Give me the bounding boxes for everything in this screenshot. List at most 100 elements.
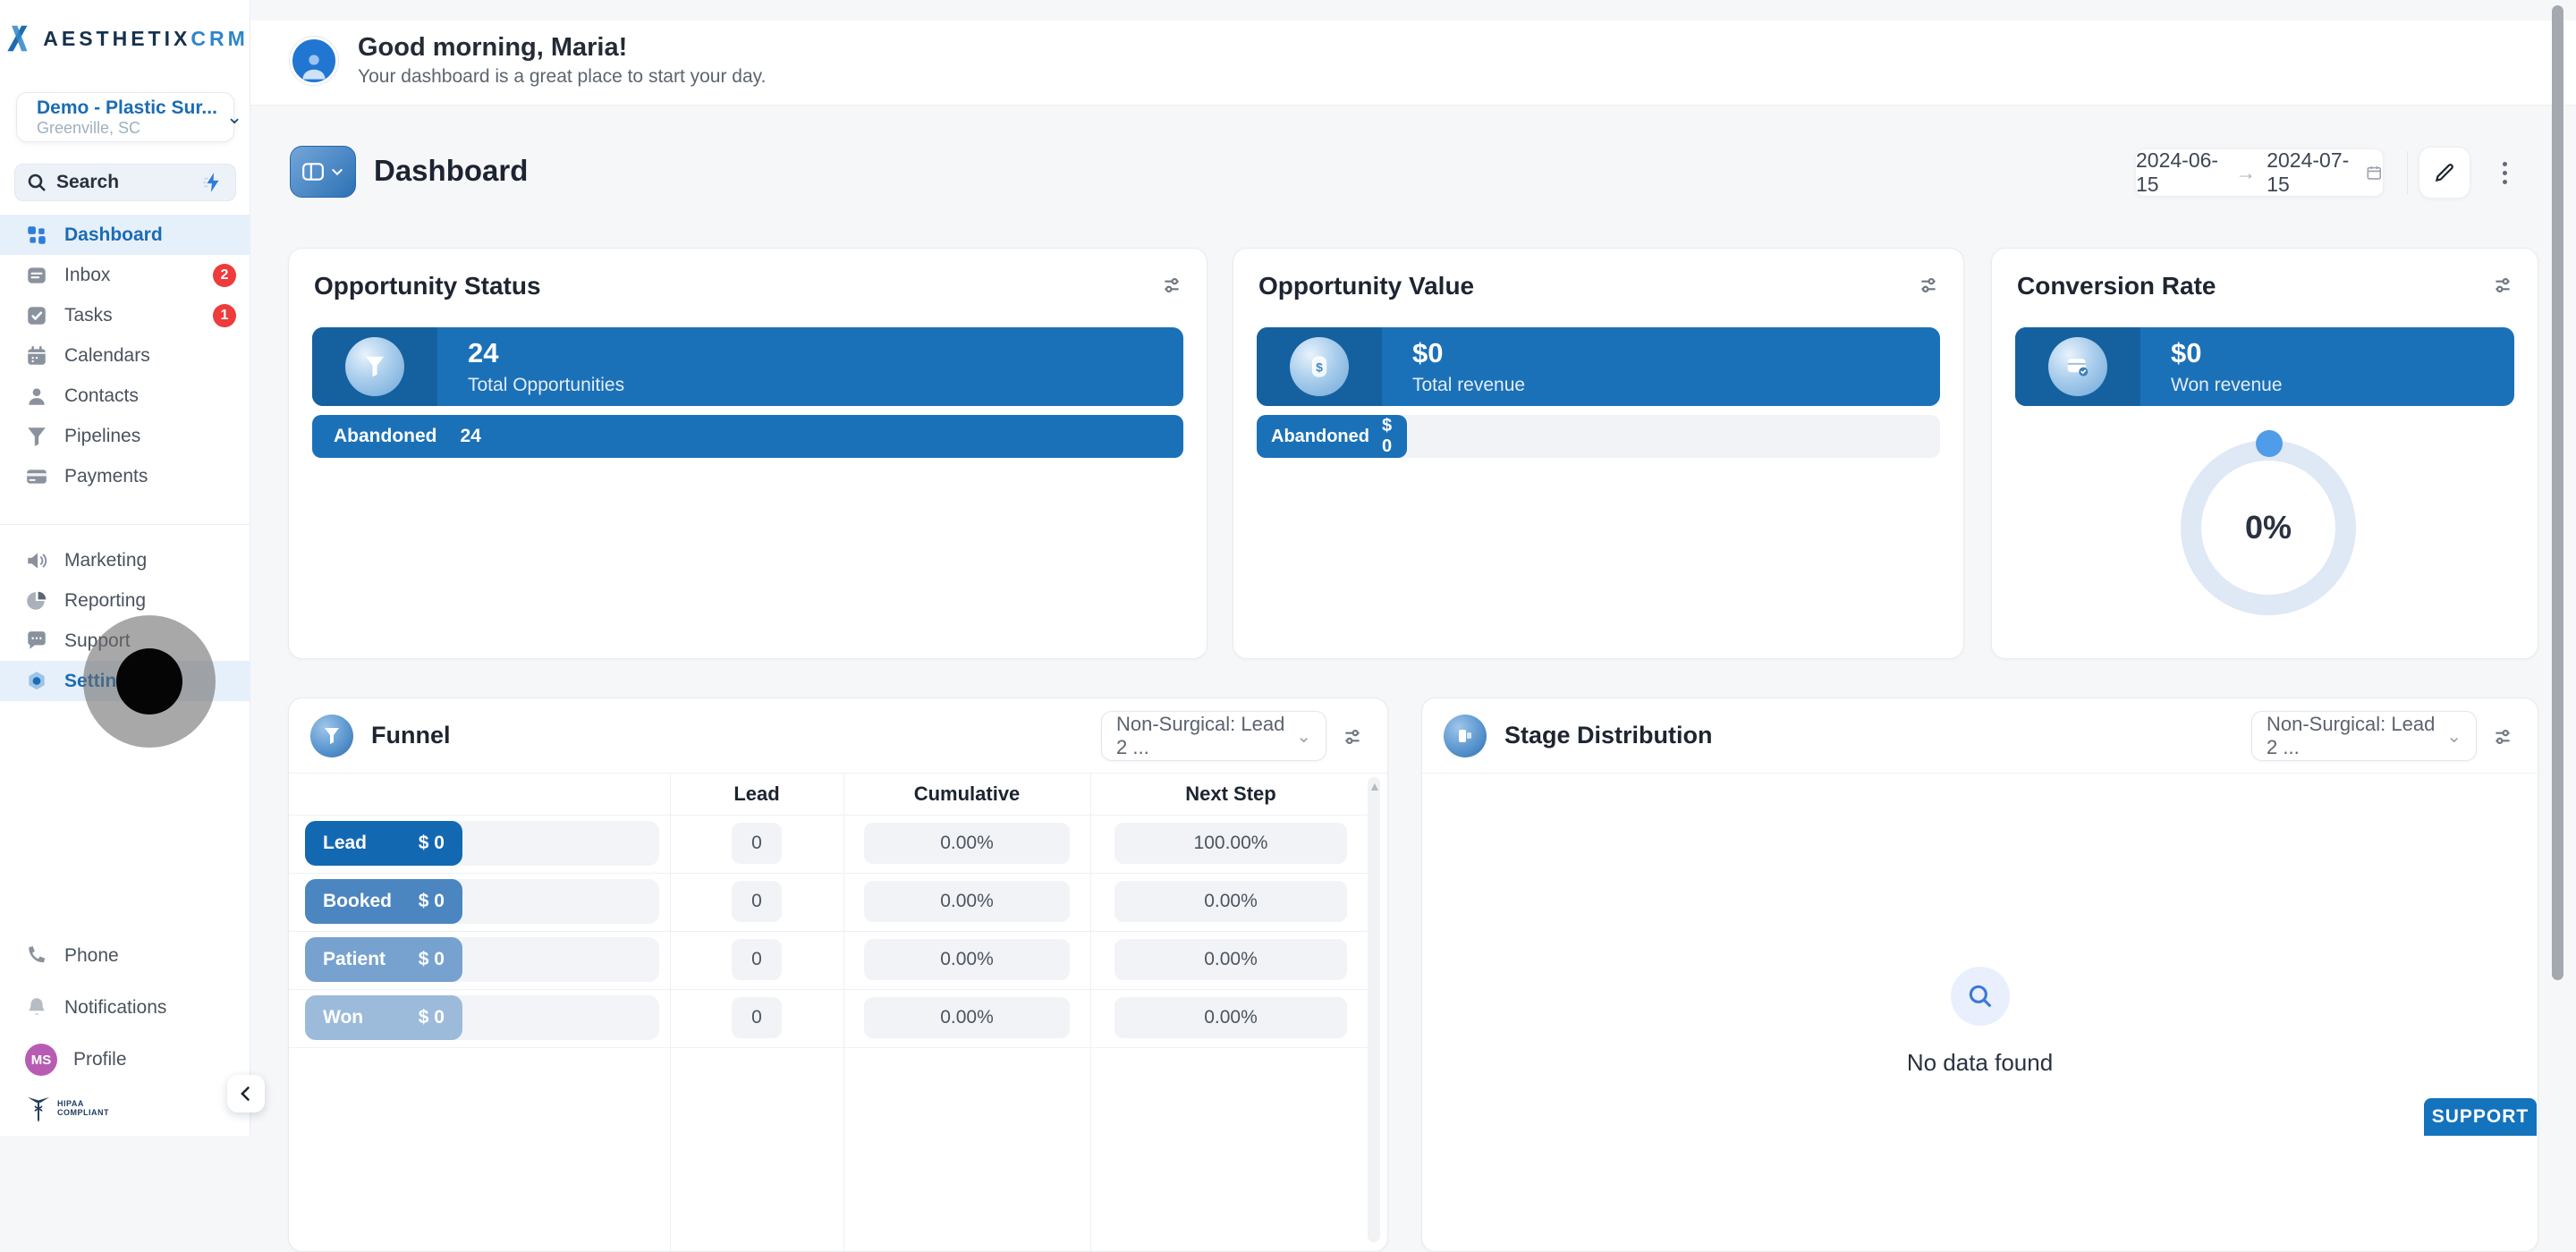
- card-title: Opportunity Status: [314, 272, 541, 300]
- sidebar: AESTHETIXCRM Demo - Plastic Sur... Green…: [0, 0, 250, 1136]
- greeting-bar: Good morning, Maria! Your dashboard is a…: [250, 21, 2576, 106]
- dollar-icon: $: [1307, 354, 1332, 379]
- gauge-marker-dot: [2256, 430, 2283, 457]
- support-button[interactable]: SUPPORT: [2424, 1098, 2537, 1136]
- table-column-divider: [843, 774, 844, 1251]
- wallet-badge-icon: [2048, 337, 2107, 396]
- opportunity-value-card: Opportunity Value $ $0 Total revenue Aba…: [1233, 248, 1964, 659]
- date-start: 2024-06-15: [2136, 148, 2224, 197]
- search-input[interactable]: Search: [14, 164, 236, 201]
- sidebar-item-tasks[interactable]: Tasks 1: [0, 295, 250, 335]
- tasks-badge: 1: [213, 304, 236, 327]
- sidebar-item-reporting[interactable]: Reporting: [0, 580, 250, 621]
- organization-location: Greenville, SC: [37, 119, 217, 138]
- search-placeholder: Search: [56, 172, 119, 193]
- next-step-chip: 0.00%: [1114, 881, 1347, 922]
- abandoned-value-track: Abandoned $ 0: [1257, 415, 1940, 458]
- sidebar-item-profile[interactable]: MS Profile: [0, 1034, 250, 1086]
- column-header-lead: Lead: [670, 774, 843, 815]
- stage-pill-lead[interactable]: Lead$ 0: [305, 821, 462, 866]
- lead-count-chip: 0: [732, 939, 782, 980]
- conversion-rate-gauge: 0%: [2181, 440, 2356, 615]
- date-range-picker[interactable]: 2024-06-15 → 2024-07-15: [2135, 148, 2384, 197]
- scroll-up-arrow-icon[interactable]: ▲: [1368, 779, 1381, 793]
- sidebar-item-dashboard[interactable]: Dashboard: [0, 215, 250, 255]
- sidebar-item-notifications[interactable]: Notifications: [0, 982, 250, 1034]
- user-avatar: [290, 37, 338, 85]
- conversion-rate-percent: 0%: [2245, 509, 2292, 546]
- won-revenue-value: $0: [2171, 337, 2283, 369]
- stage-pill-won[interactable]: Won$ 0: [305, 995, 462, 1040]
- card-settings-icon[interactable]: [1341, 725, 1364, 749]
- dashboard-icon: [25, 224, 48, 247]
- page-title: Dashboard: [374, 154, 528, 188]
- caduceus-icon: [25, 1093, 52, 1123]
- inbox-badge: 2: [213, 264, 236, 287]
- sidebar-item-payments[interactable]: Payments: [0, 456, 250, 496]
- stage-pill-patient[interactable]: Patient$ 0: [305, 937, 462, 982]
- inbox-icon: [25, 264, 48, 287]
- cumulative-chip: 0.00%: [864, 997, 1070, 1038]
- chevron-down-icon: ⌄: [2446, 725, 2462, 748]
- marketing-speaker-icon: [25, 549, 48, 572]
- dollar-badge-icon: $: [1290, 337, 1349, 396]
- sidebar-item-marketing[interactable]: Marketing: [0, 540, 250, 580]
- stage-distribution-header: Stage Distribution Non-Surgical: Lead 2 …: [1422, 698, 2538, 774]
- quick-actions-bolt-icon: [201, 171, 225, 194]
- bar-chart-icon: [1454, 725, 1476, 747]
- window-scrollbar[interactable]: [2552, 5, 2563, 980]
- table-column-divider: [670, 774, 671, 1251]
- sidebar-nav-bottom: Phone Notifications MS Profile: [0, 930, 250, 1086]
- edit-dashboard-button[interactable]: [2419, 147, 2470, 199]
- next-step-chip: 0.00%: [1114, 939, 1347, 980]
- contacts-icon: [25, 385, 48, 408]
- profile-avatar: MS: [25, 1044, 57, 1076]
- column-header-cumulative: Cumulative: [843, 774, 1090, 815]
- organization-name: Demo - Plastic Sur...: [37, 97, 217, 119]
- search-icon: [1965, 981, 1996, 1011]
- wallet-check-icon: [2064, 353, 2091, 380]
- total-revenue-banner: $ $0 Total revenue: [1257, 327, 1940, 406]
- card-settings-icon[interactable]: [2491, 725, 2514, 749]
- more-options-button[interactable]: [2488, 156, 2521, 189]
- stage-pill-booked[interactable]: Booked$ 0: [305, 879, 462, 924]
- sidebar-item-inbox[interactable]: Inbox 2: [0, 255, 250, 295]
- sidebar-item-pipelines[interactable]: Pipelines: [0, 416, 250, 456]
- app-logo: AESTHETIXCRM: [0, 21, 250, 55]
- sidebar-item-support[interactable]: Support: [0, 621, 250, 661]
- sidebar-item-contacts[interactable]: Contacts: [0, 376, 250, 416]
- stage-distribution-title: Stage Distribution: [1504, 722, 1713, 749]
- next-step-chip: 0.00%: [1114, 997, 1347, 1038]
- sidebar-item-phone[interactable]: Phone: [0, 930, 250, 982]
- sidebar-collapse-button[interactable]: [227, 1075, 265, 1112]
- lead-count-chip: 0: [732, 997, 782, 1038]
- tasks-icon: [25, 304, 48, 327]
- total-revenue-value: $0: [1412, 337, 1525, 369]
- sidebar-item-settings[interactable]: Settings: [0, 661, 250, 701]
- toolbar-divider: [2407, 151, 2408, 194]
- card-settings-icon[interactable]: [1917, 274, 1940, 297]
- organization-selector[interactable]: Demo - Plastic Sur... Greenville, SC ⌄: [16, 92, 234, 142]
- stage-distribution-filter-select[interactable]: Non-Surgical: Lead 2 ...⌄: [2251, 711, 2477, 761]
- won-revenue-label: Won revenue: [2171, 375, 2283, 396]
- settings-icon: [25, 670, 48, 693]
- card-title: Conversion Rate: [2017, 272, 2216, 300]
- calendar-icon: [2366, 163, 2383, 182]
- table-row-divider: [289, 815, 1369, 816]
- main-content: Good morning, Maria! Your dashboard is a…: [250, 0, 2576, 1136]
- cumulative-chip: 0.00%: [864, 823, 1070, 864]
- sidebar-nav-main: Dashboard Inbox 2 Tasks 1 Calendars: [0, 215, 250, 496]
- dashboard-layout-button[interactable]: [290, 146, 356, 198]
- funnel-card-header: Funnel Non-Surgical: Lead 2 ...⌄: [289, 698, 1387, 774]
- table-scrollbar[interactable]: ▲: [1368, 777, 1380, 1242]
- funnel-filter-select[interactable]: Non-Surgical: Lead 2 ...⌄: [1101, 711, 1326, 761]
- sidebar-item-calendars[interactable]: Calendars: [0, 335, 250, 376]
- card-settings-icon[interactable]: [2491, 274, 2514, 297]
- table-column-divider: [1090, 774, 1091, 1251]
- total-opportunities-label: Total Opportunities: [468, 375, 624, 396]
- greeting-title: Good morning, Maria!: [358, 33, 766, 63]
- greeting-subtitle: Your dashboard is a great place to start…: [358, 66, 766, 88]
- card-settings-icon[interactable]: [1160, 274, 1183, 297]
- bell-icon: [25, 996, 48, 1019]
- chevron-down-icon: ⌄: [226, 106, 242, 129]
